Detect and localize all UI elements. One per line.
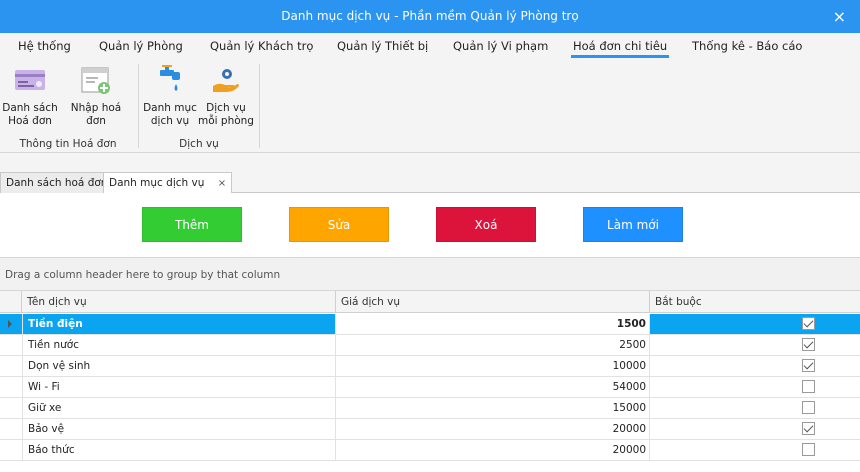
cell-name[interactable]: Giữ xe: [22, 398, 336, 418]
tab-danh-muc-dich-vu[interactable]: Danh mục dịch vụ ×: [103, 172, 233, 194]
table-row[interactable]: Bảo vệ 20000: [0, 419, 860, 440]
add-button[interactable]: Thêm: [142, 207, 242, 242]
cell-price[interactable]: 1500: [336, 314, 650, 334]
tab-close-icon[interactable]: ×: [218, 178, 226, 189]
tab-label: Danh sách hoá đơn: [6, 177, 108, 189]
ribbon-group-label-service: Dịch vụ: [179, 138, 219, 150]
required-checkbox[interactable]: [802, 380, 815, 393]
required-checkbox[interactable]: [802, 443, 815, 456]
cell-required: [650, 419, 860, 439]
cell-price[interactable]: 10000: [336, 356, 650, 376]
water-tap-icon: [160, 65, 180, 91]
column-header-required[interactable]: Bắt buộc: [650, 291, 860, 313]
add-invoice-button[interactable]: Nhập hoá đơn: [60, 64, 132, 128]
window-title: Danh mục dịch vụ - Phần mềm Quản lý Phòn…: [281, 9, 579, 23]
cell-required: [650, 398, 860, 418]
table-row[interactable]: Báo thức 20000: [0, 440, 860, 461]
document-tabs: Danh sách hoá đơn Danh mục dịch vụ ×: [0, 153, 860, 194]
invoice-list-icon: [15, 70, 45, 90]
required-checkbox[interactable]: [802, 317, 815, 330]
add-invoice-icon: [81, 67, 110, 94]
cell-price[interactable]: 2500: [336, 335, 650, 355]
cell-required: [650, 356, 860, 376]
ribbon-separator: [138, 64, 139, 148]
delete-button[interactable]: Xoá: [436, 207, 536, 242]
cell-name[interactable]: Dọn vệ sinh: [22, 356, 336, 376]
cell-price[interactable]: 54000: [336, 377, 650, 397]
menu-item-he-thong[interactable]: Hệ thống: [18, 39, 71, 53]
invoice-list-label-1: Danh sách: [2, 102, 58, 114]
menu-item-quan-ly-khach-tro[interactable]: Quản lý Khách trọ: [210, 39, 313, 53]
cell-price[interactable]: 15000: [336, 398, 650, 418]
required-checkbox[interactable]: [802, 359, 815, 372]
cell-price[interactable]: 20000: [336, 419, 650, 439]
table-row[interactable]: Dọn vệ sinh 10000: [0, 356, 860, 377]
room-service-button[interactable]: Dịch vụ mỗi phòng: [198, 64, 254, 128]
cell-name[interactable]: Tiền điện: [22, 314, 336, 334]
menu-item-quan-ly-thiet-bi[interactable]: Quản lý Thiết bị: [337, 39, 428, 53]
cell-required: [650, 314, 860, 334]
table-row[interactable]: Giữ xe 15000: [0, 398, 860, 419]
group-by-panel[interactable]: Drag a column header here to group by th…: [0, 257, 860, 291]
invoice-list-button[interactable]: Danh sách Hoá đơn: [2, 64, 58, 128]
invoice-list-label-2: Hoá đơn: [8, 115, 52, 127]
ribbon: Danh sách Hoá đơn Nhập hoá đơn Thông tin…: [0, 60, 860, 153]
required-checkbox[interactable]: [802, 422, 815, 435]
ribbon-group-label-invoice: Thông tin Hoá đơn: [19, 138, 117, 150]
tab-danh-sach-hoa-don[interactable]: Danh sách hoá đơn: [0, 172, 114, 193]
table-row[interactable]: Tiền nước 2500: [0, 335, 860, 356]
group-by-hint: Drag a column header here to group by th…: [5, 269, 281, 281]
required-checkbox[interactable]: [802, 401, 815, 414]
row-indicator-icon: [8, 320, 12, 328]
table-row[interactable]: Tiền điện 1500: [0, 314, 860, 335]
tab-label: Danh mục dịch vụ: [109, 177, 205, 189]
menu-item-quan-ly-phong[interactable]: Quản lý Phòng: [99, 39, 183, 53]
ribbon-separator: [259, 64, 260, 148]
column-header-name[interactable]: Tên dịch vụ: [22, 291, 336, 313]
cell-name[interactable]: Báo thức: [22, 440, 336, 460]
service-category-label-1: Danh mục: [143, 102, 197, 114]
cell-price[interactable]: 20000: [336, 440, 650, 460]
close-icon[interactable]: ×: [833, 0, 846, 33]
cell-required: [650, 440, 860, 460]
service-category-label-2: dịch vụ: [150, 115, 190, 127]
hand-gear-icon: [213, 69, 239, 92]
column-header-price[interactable]: Giá dịch vụ: [336, 291, 650, 313]
required-checkbox[interactable]: [802, 338, 815, 351]
grid-header: Tên dịch vụ Giá dịch vụ Bắt buộc: [0, 291, 860, 313]
menu-item-thong-ke-bao-cao[interactable]: Thống kê - Báo cáo: [692, 39, 802, 53]
action-bar: Thêm Sửa Xoá Làm mới: [0, 193, 860, 257]
menu-bar: Hệ thống Quản lý Phòng Quản lý Khách trọ…: [0, 33, 860, 60]
edit-button[interactable]: Sửa: [289, 207, 389, 242]
cell-required: [650, 377, 860, 397]
refresh-button[interactable]: Làm mới: [583, 207, 683, 242]
menu-item-quan-ly-vi-pham[interactable]: Quản lý Vi phạm: [453, 39, 548, 53]
cell-name[interactable]: Bảo vệ: [22, 419, 336, 439]
app-window: Danh mục dịch vụ - Phần mềm Quản lý Phòn…: [0, 0, 860, 472]
cell-name[interactable]: Tiền nước: [22, 335, 336, 355]
room-service-label-2: mỗi phòng: [198, 115, 254, 127]
menu-item-hoa-don-chi-tieu[interactable]: Hoá đơn chi tiêu: [570, 39, 670, 58]
title-bar: Danh mục dịch vụ - Phần mềm Quản lý Phòn…: [0, 0, 860, 33]
room-service-label-1: Dịch vụ: [206, 102, 246, 114]
cell-name[interactable]: Wi - Fi: [22, 377, 336, 397]
service-grid: Tên dịch vụ Giá dịch vụ Bắt buộc Tiền đi…: [0, 291, 860, 472]
cell-required: [650, 335, 860, 355]
row-indicator-header: [0, 291, 22, 313]
add-invoice-label-1: Nhập hoá đơn: [70, 102, 122, 127]
service-category-button[interactable]: Danh mục dịch vụ: [142, 64, 198, 128]
table-row[interactable]: Wi - Fi 54000: [0, 377, 860, 398]
